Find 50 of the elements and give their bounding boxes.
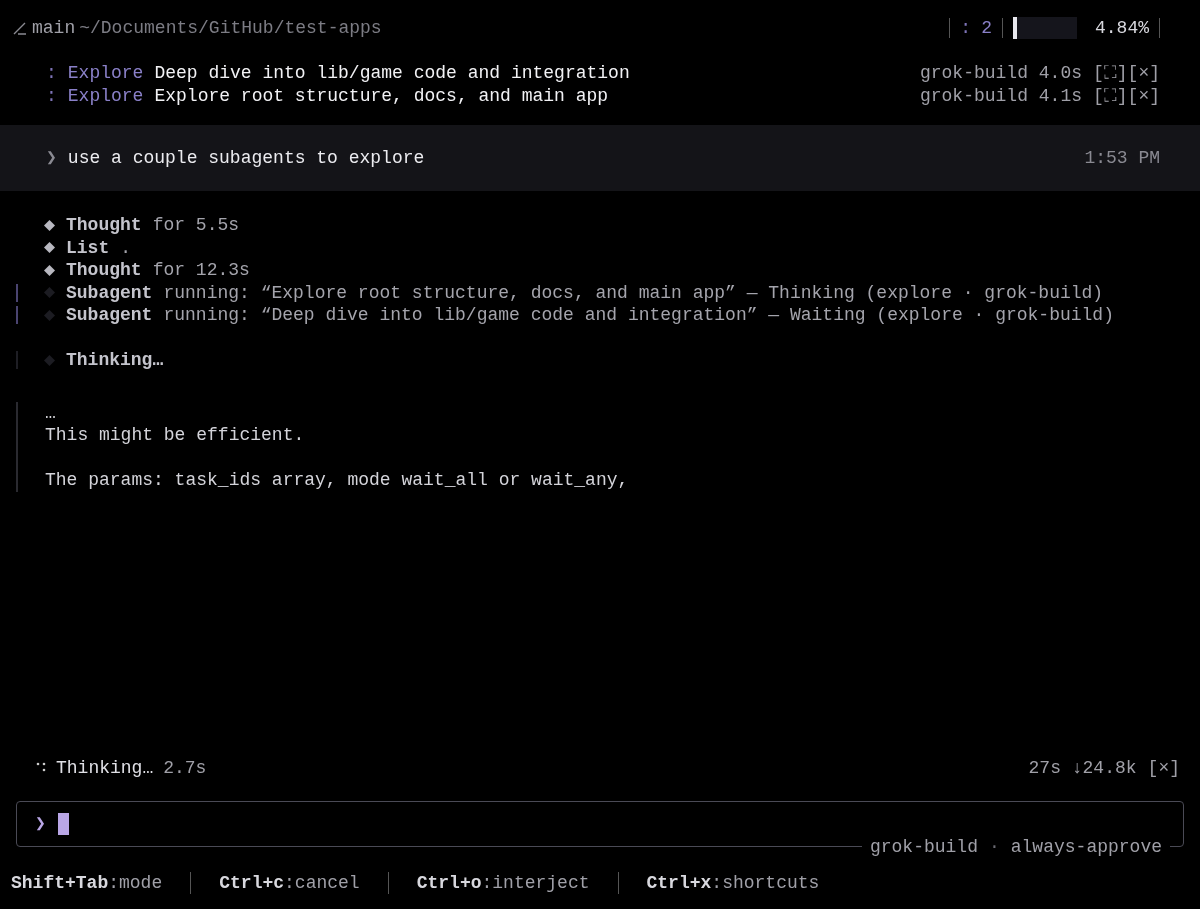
working-directory: ~/Documents/GitHub/test-apps bbox=[79, 16, 382, 40]
status-text: Thinking… bbox=[56, 756, 154, 780]
expand-button[interactable]: [⛶] bbox=[1093, 62, 1128, 85]
activity-label: Subagent bbox=[66, 281, 153, 304]
status-elapsed: 2.7s bbox=[163, 756, 207, 780]
activity-detail: for 12.3s bbox=[152, 259, 250, 282]
task-type: Explore bbox=[67, 62, 144, 85]
shortcut-key: Ctrl+c bbox=[219, 871, 285, 895]
cancel-button[interactable]: [×] bbox=[1147, 756, 1180, 780]
activity-detail: for 5.5s bbox=[152, 214, 240, 237]
activity-label: Thought bbox=[66, 214, 142, 237]
task-type: Explore bbox=[67, 84, 144, 107]
task-description: Explore root structure, docs, and main app bbox=[154, 84, 609, 107]
activity-label: List bbox=[66, 236, 110, 259]
activity-detail: . bbox=[120, 236, 132, 259]
thought-text: The params: task_ids array, mode wait_all or wait_any, bbox=[45, 469, 629, 492]
activity-label: Thinking… bbox=[66, 349, 164, 372]
status-stats: 27s ↓24.8k bbox=[1028, 756, 1137, 780]
shortcut-action: :cancel bbox=[284, 871, 360, 895]
text-cursor bbox=[57, 813, 69, 835]
shortcut-action: :mode bbox=[108, 871, 163, 895]
activity-label: Thought bbox=[66, 259, 142, 282]
activity-detail: running: “Explore root structure, docs, and main app” — Thinking (explore · grok-build) bbox=[163, 281, 1104, 304]
task-description: Deep dive into lib/game code and integration bbox=[154, 62, 630, 85]
shortcut-key: Ctrl+x bbox=[646, 871, 712, 895]
shortcut-action: :shortcuts bbox=[711, 871, 820, 895]
agents-label: : bbox=[960, 16, 972, 40]
shortcut-action: :interject bbox=[481, 871, 590, 895]
context-percent: 4.84% bbox=[1095, 16, 1149, 40]
expand-button[interactable]: [⛶] bbox=[1093, 84, 1128, 107]
message-time: 1:53 PM bbox=[1084, 146, 1160, 170]
prompt-chevron: ❯ bbox=[46, 146, 57, 170]
thought-text: … bbox=[45, 401, 57, 424]
task-prefix: : bbox=[46, 62, 57, 85]
shortcut-key: Shift+Tab bbox=[11, 871, 109, 895]
activity-detail: running: “Deep dive into lib/game code and integration” — Waiting (explore · grok-build) bbox=[163, 304, 1114, 327]
branch-name: main bbox=[32, 16, 76, 40]
task-model-time: grok-build 4.0s bbox=[919, 62, 1082, 85]
close-button[interactable]: [×] bbox=[1127, 84, 1160, 107]
spinner-icon bbox=[36, 762, 46, 774]
close-button[interactable]: [×] bbox=[1127, 62, 1160, 85]
activity-label: Subagent bbox=[66, 304, 153, 327]
message-text: use a couple subagents to explore bbox=[67, 146, 425, 170]
shortcut-key: Ctrl+o bbox=[416, 871, 482, 895]
branch-icon bbox=[12, 20, 28, 36]
thought-text: This might be efficient. bbox=[45, 424, 306, 447]
task-prefix: : bbox=[46, 84, 57, 107]
agents-count: 2 bbox=[981, 16, 992, 40]
input-chevron: ❯ bbox=[35, 812, 46, 836]
task-model-time: grok-build 4.1s bbox=[919, 84, 1082, 107]
